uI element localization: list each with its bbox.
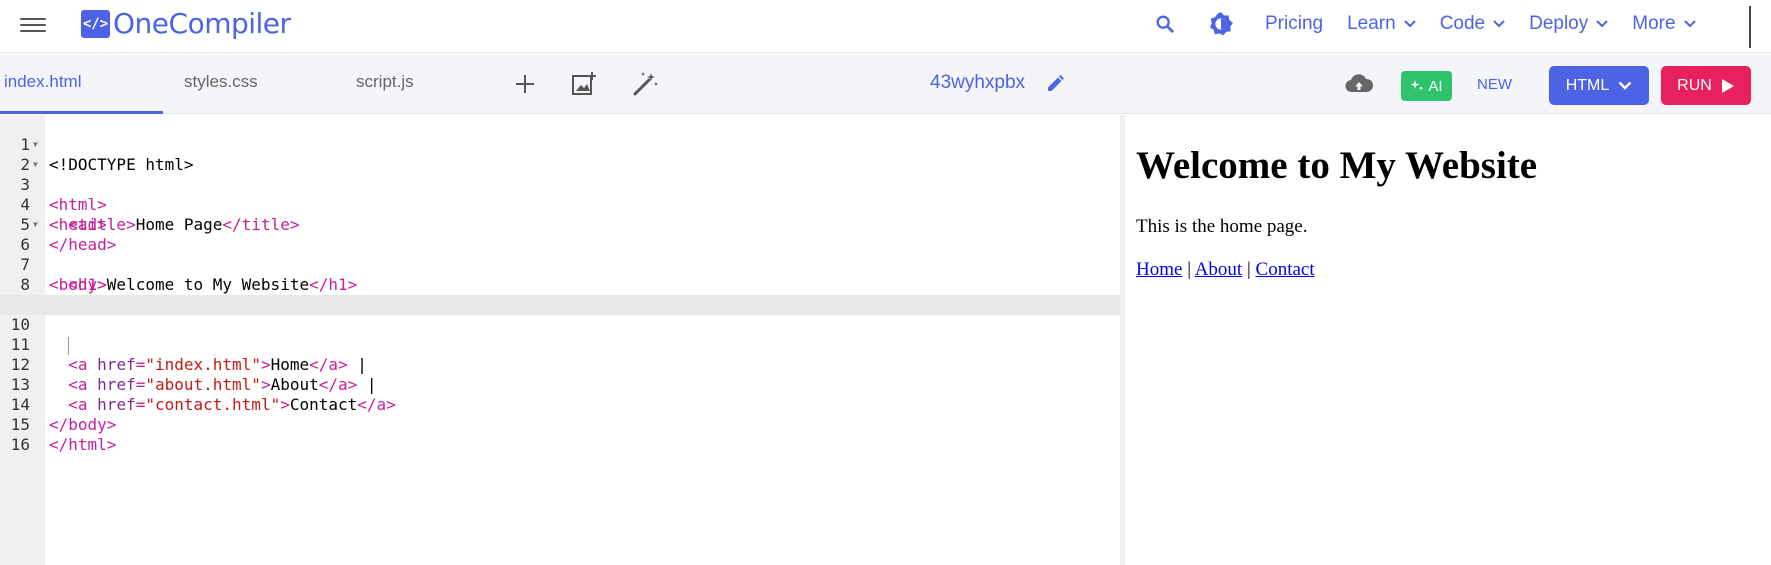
code-line: 8 <p>This is the home page.</p> — [0, 255, 1120, 314]
nav-links: Pricing Learn Code Deploy More — [1145, 0, 1696, 47]
logo-icon: </> — [81, 9, 110, 38]
sparkle-icon — [1410, 80, 1424, 91]
preview-paragraph: This is the home page. — [1136, 216, 1308, 237]
code-line: 13 <a href="contact.html">Contact</a> — [0, 355, 1120, 414]
code-line: 3 ▼ <head> — [0, 155, 1120, 234]
preview-heading: Welcome to My Website — [1136, 144, 1538, 187]
ai-label: AI — [1428, 77, 1443, 95]
chevron-down-icon — [1683, 19, 1696, 27]
output-preview: Welcome to My Website This is the home p… — [1125, 115, 1771, 565]
nav-code-label: Code — [1439, 12, 1486, 34]
nav-learn[interactable]: Learn — [1347, 13, 1416, 35]
code-line-current: 10 — [0, 295, 1120, 355]
nav-code[interactable]: Code — [1440, 13, 1505, 35]
nav-deploy-label: Deploy — [1529, 12, 1589, 34]
play-icon — [1721, 78, 1734, 93]
link-separator: | — [1182, 259, 1195, 280]
nav-pricing[interactable]: Pricing — [1265, 13, 1323, 35]
fold-arrow-icon[interactable]: ▼ — [33, 135, 38, 155]
logo-text: OneCompiler — [113, 7, 291, 40]
code-line: 15 </html> — [0, 395, 1120, 454]
tab-styles-css[interactable]: styles.css — [184, 72, 258, 92]
editor-toolbar: index.html styles.css script.js 43wyhxpb… — [0, 54, 1771, 114]
edit-pencil-icon[interactable] — [1039, 68, 1071, 100]
link-separator: | — [1242, 259, 1256, 280]
search-icon[interactable] — [1145, 4, 1185, 44]
ai-button[interactable]: AI — [1401, 71, 1452, 101]
run-label: RUN — [1677, 76, 1712, 94]
code-line: 11 <a href="index.html">Home</a> | — [0, 315, 1120, 374]
code-line: 12 <a href="about.html">About</a> | — [0, 335, 1120, 394]
cloud-upload-icon[interactable] — [1343, 68, 1375, 100]
code-line: 9 — [0, 275, 1120, 314]
preview-links: Home | About | Contact — [1136, 259, 1315, 281]
line-number: 16 — [10, 435, 30, 454]
nav-learn-label: Learn — [1347, 12, 1396, 34]
code-line: 2 ▼ <html> — [0, 135, 1120, 214]
add-image-icon[interactable] — [568, 68, 600, 100]
preview-link-contact[interactable]: Contact — [1256, 259, 1315, 280]
nav-deploy[interactable]: Deploy — [1529, 13, 1608, 35]
code-line: 7 <h1>Welcome to My Website</h1> — [0, 235, 1120, 294]
preview-link-home[interactable]: Home — [1136, 259, 1182, 280]
add-file-icon[interactable] — [509, 68, 541, 100]
tab-index-html[interactable]: index.html — [4, 72, 81, 92]
fold-arrow-icon[interactable]: ▼ — [33, 155, 38, 175]
preview-link-about[interactable]: About — [1195, 259, 1243, 280]
code-line: 5 </head> — [0, 195, 1120, 254]
run-button[interactable]: RUN — [1661, 66, 1751, 105]
menu-icon[interactable] — [20, 14, 46, 34]
code-line: 4 <title>Home Page</title> — [0, 175, 1120, 234]
theme-toggle-icon[interactable] — [1201, 4, 1241, 44]
top-nav: </> OneCompiler Pricing Learn Code Deplo… — [0, 0, 1771, 53]
chevron-down-icon — [1493, 19, 1505, 27]
new-badge: NEW — [1477, 76, 1512, 93]
active-tab-indicator — [0, 111, 163, 114]
tab-script-js[interactable]: script.js — [356, 72, 414, 92]
code-line: 1 <!DOCTYPE html> — [0, 115, 1120, 174]
fold-arrow-icon[interactable]: ▼ — [33, 215, 38, 235]
code-editor[interactable]: 1 <!DOCTYPE html> 2 ▼ <html> 3 ▼ <head> … — [0, 115, 1120, 565]
code-line: 6 ▼ <body> — [0, 215, 1120, 294]
magic-wand-icon[interactable] — [629, 68, 661, 100]
logo[interactable]: </> OneCompiler — [81, 7, 291, 40]
nav-more-label: More — [1632, 12, 1676, 34]
file-name[interactable]: 43wyhxpbx — [930, 72, 1025, 94]
code-line: 14 </body> — [0, 375, 1120, 434]
nav-more[interactable]: More — [1632, 12, 1696, 35]
code-line: 16 — [0, 415, 1120, 454]
chevron-down-icon — [1618, 81, 1632, 90]
nav-divider — [1749, 6, 1751, 48]
chevron-down-icon — [1596, 19, 1608, 27]
language-select[interactable]: HTML — [1549, 66, 1649, 105]
language-label: HTML — [1565, 76, 1610, 94]
nav-pricing-label: Pricing — [1265, 12, 1324, 34]
chevron-down-icon — [1403, 19, 1416, 27]
